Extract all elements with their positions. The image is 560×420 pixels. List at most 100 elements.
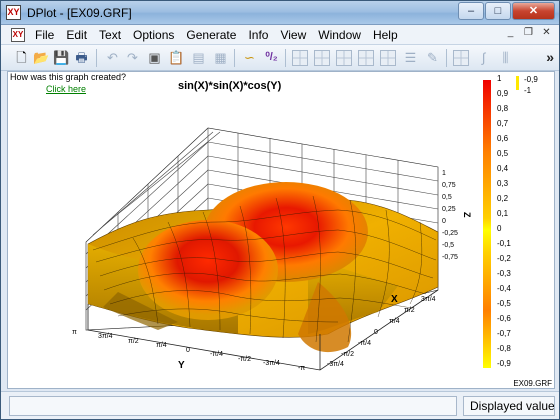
legend-label: 0,2 xyxy=(497,194,509,203)
document-window-controls: _ ❐ ✕ xyxy=(499,27,553,40)
x-tick: π/2 xyxy=(404,307,415,314)
close-button[interactable]: ✕ xyxy=(512,2,555,20)
x-tick: π/4 xyxy=(389,318,400,325)
menu-text[interactable]: Text xyxy=(93,25,127,45)
y-tick: 0 xyxy=(186,347,190,354)
toolbar-separator xyxy=(96,49,97,67)
azimuth-icon[interactable]: ⁰/₂ xyxy=(263,49,280,66)
document-icon[interactable]: XY xyxy=(11,28,25,42)
toolbar-overflow-button[interactable]: » xyxy=(546,49,554,65)
menu-help[interactable]: Help xyxy=(367,25,404,45)
status-pane-displayed-value: Displayed value xyxy=(463,396,555,416)
surface-mesh xyxy=(87,182,439,353)
y-tick: π xyxy=(72,329,77,336)
maximize-button[interactable]: □ xyxy=(485,2,511,20)
color-scale-bar xyxy=(483,80,491,368)
menu-bar: XY File Edit Text Options Generate Info … xyxy=(1,25,559,45)
save-icon[interactable]: 💾 xyxy=(53,49,70,66)
legend-label: -0,1 xyxy=(497,239,511,248)
legend-key-labels: -0,9 -1 xyxy=(524,74,538,96)
paste-icon[interactable]: 📋 xyxy=(168,49,185,66)
grid-icon[interactable] xyxy=(292,50,308,66)
list-icon[interactable]: ☰ xyxy=(402,49,419,66)
undo-icon[interactable]: ↶ xyxy=(104,49,121,66)
integral-icon[interactable]: ∫ xyxy=(475,49,492,66)
clipboard-icon[interactable]: ▤ xyxy=(190,49,207,66)
y-tick: π/4 xyxy=(156,342,167,349)
menu-generate[interactable]: Generate xyxy=(180,25,242,45)
legend-label: -0,3 xyxy=(497,269,511,278)
z-tick: 1 xyxy=(442,170,446,177)
grid-icon[interactable] xyxy=(336,50,352,66)
toolbar-separator xyxy=(234,49,235,67)
print-icon[interactable]: 🖶 xyxy=(73,49,90,66)
redo-icon[interactable]: ↷ xyxy=(124,49,141,66)
z-tick: 0,75 xyxy=(442,182,456,189)
toolbar: 🗋 📂 💾 🖶 ↶ ↷ ▣ 📋 ▤ ▦ ∽ ⁰/₂ ☰ ✎ ∫ ⫼ » xyxy=(1,45,559,71)
toolbar-separator xyxy=(285,49,286,67)
legend-label: -0,4 xyxy=(497,284,511,293)
dplot-window: XY DPlot - [EX09.GRF] – □ ✕ XY File Edit… xyxy=(0,0,560,420)
bars-icon[interactable]: ⫼ xyxy=(497,49,514,66)
legend-label: 0,9 xyxy=(497,89,509,98)
spline-icon[interactable]: ∽ xyxy=(241,49,258,66)
z-tick: 0,5 xyxy=(442,194,452,201)
y-tick: 3π/4 xyxy=(98,333,113,340)
graph-area[interactable]: How was this graph created? Click here s… xyxy=(7,71,555,389)
minimize-button[interactable]: – xyxy=(458,2,484,20)
z-tick: -0,25 xyxy=(442,230,458,237)
legend-label: 0,8 xyxy=(497,104,509,113)
menu-view[interactable]: View xyxy=(274,25,312,45)
grid-icon[interactable] xyxy=(358,50,374,66)
legend-label: -0,8 xyxy=(497,344,511,353)
menu-window[interactable]: Window xyxy=(312,25,367,45)
legend-label: 0 xyxy=(497,224,502,233)
z-tick: -0,75 xyxy=(442,254,458,261)
menu-edit[interactable]: Edit xyxy=(60,25,93,45)
grid-icon[interactable] xyxy=(314,50,330,66)
y-tick: -3π/4 xyxy=(263,360,280,367)
edit-icon[interactable]: ✎ xyxy=(424,49,441,66)
z-tick: 0 xyxy=(442,218,446,225)
menu-options[interactable]: Options xyxy=(127,25,180,45)
doc-minimize-button[interactable]: _ xyxy=(504,27,517,40)
open-folder-icon[interactable]: 📂 xyxy=(33,49,50,66)
x-tick: 0 xyxy=(374,329,378,336)
x-tick: -3π/4 xyxy=(327,361,344,368)
legend-label: 0,3 xyxy=(497,179,509,188)
x-tick: -π/4 xyxy=(358,340,371,347)
menu-items: File Edit Text Options Generate Info Vie… xyxy=(29,25,404,45)
title-bar[interactable]: XY DPlot - [EX09.GRF] – □ ✕ xyxy=(1,1,559,25)
legend-label: 0,4 xyxy=(497,164,509,173)
doc-restore-button[interactable]: ❐ xyxy=(522,27,535,40)
new-file-icon[interactable]: 🗋 xyxy=(13,49,30,66)
legend-label: -0,5 xyxy=(497,299,511,308)
surface-plot[interactable]: 1 0,75 0,5 0,25 0 -0,25 -0,5 -0,75 Z -3π… xyxy=(8,72,478,390)
y-tick: -π/4 xyxy=(210,351,223,358)
legend-label: 0,1 xyxy=(497,209,509,218)
menu-file[interactable]: File xyxy=(29,25,60,45)
x-axis-label: X xyxy=(391,294,398,305)
y-tick: -π/2 xyxy=(238,356,251,363)
window-controls: – □ ✕ xyxy=(457,2,555,20)
doc-close-button[interactable]: ✕ xyxy=(540,27,553,40)
y-tick: -π xyxy=(298,365,305,372)
legend-label: 0,6 xyxy=(497,134,509,143)
legend-key-swatch xyxy=(516,76,519,90)
legend-label: -0,2 xyxy=(497,254,511,263)
menu-info[interactable]: Info xyxy=(242,25,274,45)
legend-label: -0,6 xyxy=(497,314,511,323)
grid-icon[interactable] xyxy=(453,50,469,66)
properties-icon[interactable]: ▦ xyxy=(212,49,229,66)
z-tick: 0,25 xyxy=(442,206,456,213)
x-tick: 3π/4 xyxy=(421,296,436,303)
legend-key-label: -1 xyxy=(524,86,532,95)
z-tick: -0,5 xyxy=(442,242,454,249)
z-axis-label: Z xyxy=(462,212,472,218)
copy-image-icon[interactable]: ▣ xyxy=(146,49,163,66)
app-icon[interactable]: XY xyxy=(6,5,21,20)
window-title: DPlot - [EX09.GRF] xyxy=(27,6,132,20)
grid-icon[interactable] xyxy=(380,50,396,66)
legend-label: -0,7 xyxy=(497,329,511,338)
x-tick: -π/2 xyxy=(341,351,354,358)
